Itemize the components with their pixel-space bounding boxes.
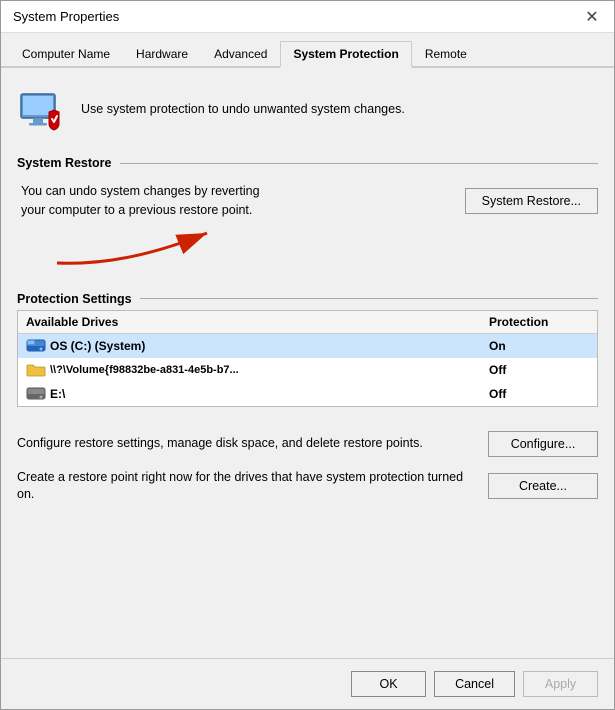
col-protection-header: Protection [489,315,589,329]
header-description: Use system protection to undo unwanted s… [81,101,405,119]
drive-protection: On [489,339,589,353]
dialog-footer: OK Cancel Apply [1,658,614,709]
system-protection-icon [17,84,69,136]
section-divider [120,163,599,164]
ok-button[interactable]: OK [351,671,426,697]
arrow-annotation [17,228,598,278]
tab-hardware[interactable]: Hardware [123,41,201,68]
table-header: Available Drives Protection [18,311,597,334]
table-row[interactable]: \\?\Volume{f98832be-a831-4e5b-b7... Off [18,358,597,382]
cancel-button[interactable]: Cancel [434,671,515,697]
table-row[interactable]: OS (C:) (System) On [18,334,597,358]
system-properties-window: System Properties ✕ Computer Name Hardwa… [0,0,615,710]
create-row: Create a restore point right now for the… [17,469,598,504]
tab-computer-name[interactable]: Computer Name [9,41,123,68]
title-bar: System Properties ✕ [1,1,614,33]
configure-description: Configure restore settings, manage disk … [17,435,476,453]
configure-button[interactable]: Configure... [488,431,598,457]
system-restore-header: System Restore [17,156,598,170]
folder-icon [26,362,46,378]
system-restore-button[interactable]: System Restore... [465,188,598,214]
protection-settings-title: Protection Settings [17,292,132,306]
drive-name: OS (C:) (System) [50,339,489,353]
hdd-small-icon [26,386,46,402]
close-button[interactable]: ✕ [578,3,606,31]
arrow-icon [47,218,267,273]
header-section: Use system protection to undo unwanted s… [17,84,598,142]
drive-name: \\?\Volume{f98832be-a831-4e5b-b7... [50,364,489,376]
system-restore-description: You can undo system changes by reverting… [21,182,260,220]
protection-settings-section: Protection Settings Available Drives Pro… [17,292,598,407]
tab-remote[interactable]: Remote [412,41,480,68]
table-row[interactable]: E:\ Off [18,382,597,406]
drive-protection: Off [489,387,589,401]
col-drive-header: Available Drives [26,315,489,329]
drives-table: Available Drives Protection OS (C:) (Sys… [17,310,598,407]
hdd-icon [26,338,46,354]
tab-system-protection[interactable]: System Protection [280,41,411,68]
system-restore-section: System Restore You can undo system chang… [17,156,598,278]
drive-name: E:\ [50,387,489,401]
apply-button[interactable]: Apply [523,671,598,697]
tab-advanced[interactable]: Advanced [201,41,280,68]
section-divider-2 [140,298,598,299]
window-title: System Properties [13,9,119,24]
protection-settings-header: Protection Settings [17,292,598,306]
configure-row: Configure restore settings, manage disk … [17,431,598,457]
drive-protection: Off [489,363,589,377]
system-restore-title: System Restore [17,156,112,170]
tab-content: Use system protection to undo unwanted s… [1,68,614,658]
tab-bar: Computer Name Hardware Advanced System P… [1,33,614,68]
bottom-actions: Configure restore settings, manage disk … [17,421,598,504]
create-button[interactable]: Create... [488,473,598,499]
create-description: Create a restore point right now for the… [17,469,476,504]
